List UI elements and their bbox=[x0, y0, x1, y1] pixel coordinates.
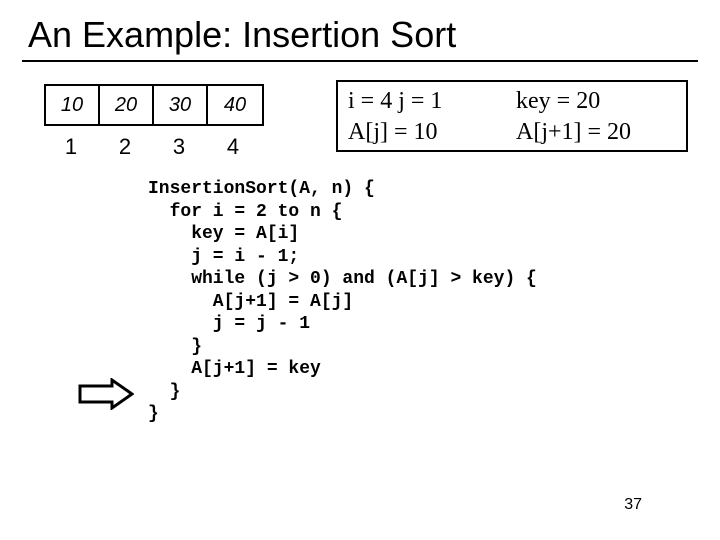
arrow-icon bbox=[78, 378, 134, 415]
status-aj1: A[j+1] = 20 bbox=[516, 117, 676, 148]
status-i-j: i = 4 j = 1 bbox=[348, 86, 516, 117]
array-cell: 30 bbox=[154, 86, 208, 124]
array-index: 2 bbox=[98, 128, 152, 160]
status-aj: A[j] = 10 bbox=[348, 117, 516, 148]
array-cell: 40 bbox=[208, 86, 262, 124]
page-number: 37 bbox=[624, 496, 642, 514]
array-cells: 10 20 30 40 bbox=[44, 84, 264, 126]
array-indices: 1 2 3 4 bbox=[44, 128, 260, 160]
slide-title: An Example: Insertion Sort bbox=[28, 14, 456, 56]
array-cell: 20 bbox=[100, 86, 154, 124]
array-cell: 10 bbox=[46, 86, 100, 124]
pseudocode-block: InsertionSort(A, n) { for i = 2 to n { k… bbox=[148, 178, 537, 426]
status-key: key = 20 bbox=[516, 86, 676, 117]
array-index: 1 bbox=[44, 128, 98, 160]
status-box: i = 4 j = 1 key = 20 A[j] = 10 A[j+1] = … bbox=[336, 80, 688, 152]
array-index: 3 bbox=[152, 128, 206, 160]
title-underline bbox=[22, 60, 698, 62]
array-index: 4 bbox=[206, 128, 260, 160]
